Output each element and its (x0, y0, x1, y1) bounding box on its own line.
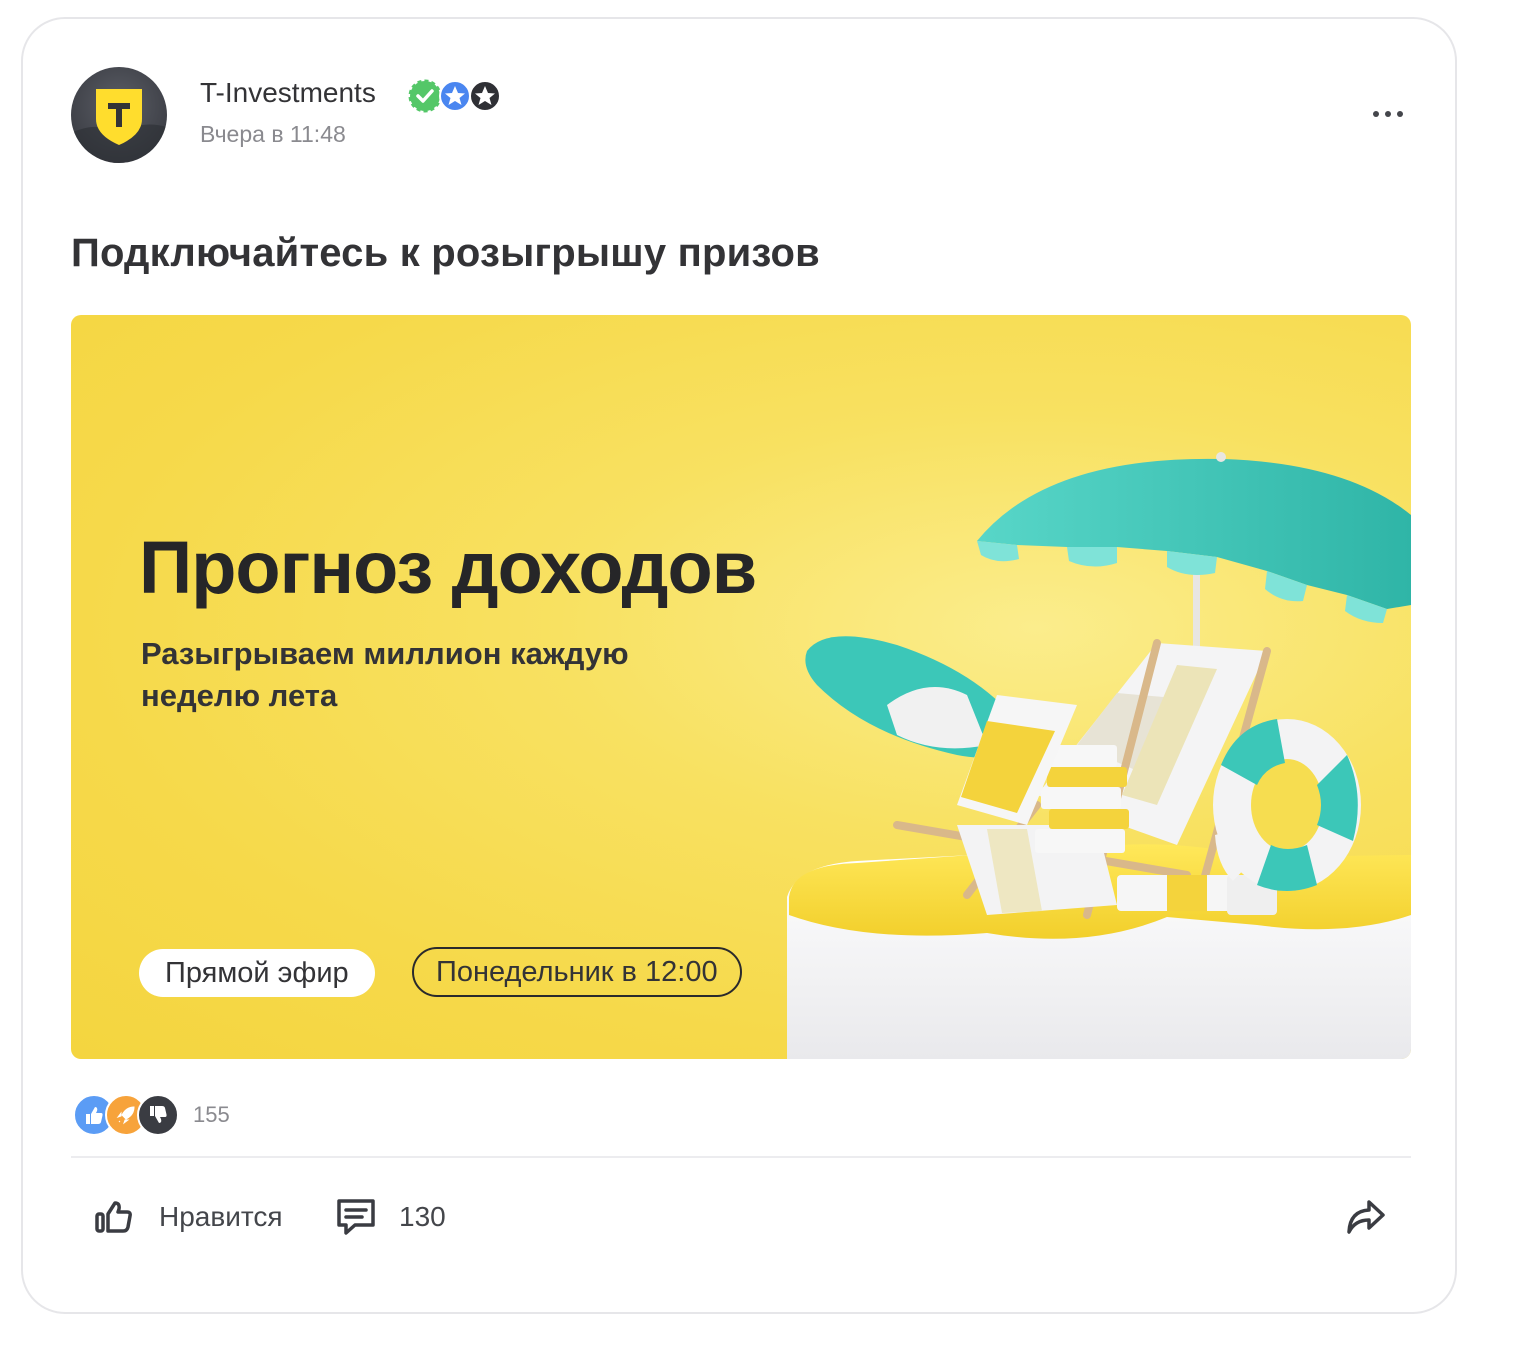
live-stream-pill: Прямой эфир (139, 949, 375, 997)
more-dot-icon (1385, 111, 1391, 117)
banner-subtitle: Разыгрываем миллион каждую неделю лета (141, 636, 629, 713)
star-badge-blue-icon (439, 80, 471, 112)
banner-headline: Прогноз доходов (139, 526, 757, 609)
share-button[interactable] (1345, 1191, 1387, 1243)
thumbs-up-outline-icon (95, 1201, 132, 1233)
post-card: T-Investments Вчера в 11:48 Подключайтес… (21, 17, 1457, 1314)
more-dot-icon (1373, 111, 1379, 117)
schedule-pill: Понедельник в 12:00 (412, 947, 742, 997)
author-avatar[interactable] (71, 67, 167, 163)
tinvest-shield-logo-icon (71, 89, 167, 163)
divider (71, 1156, 1411, 1158)
reactions-count: 155 (193, 1102, 230, 1127)
thumbs-down-icon (137, 1094, 179, 1136)
comments-button[interactable]: 130 (335, 1191, 446, 1243)
author-name[interactable]: T-Investments (200, 77, 376, 109)
beach-scene-illustration (787, 452, 1411, 1059)
more-options-button[interactable] (1363, 101, 1413, 127)
like-button[interactable]: Нравится (95, 1191, 283, 1243)
reactions-summary[interactable]: 155 (73, 1093, 230, 1137)
comments-count: 130 (399, 1201, 446, 1232)
promo-banner-image[interactable]: Прогноз доходов Разыгрываем миллион кажд… (71, 315, 1411, 1059)
verified-badge-icon (408, 79, 442, 113)
post-timestamp: Вчера в 11:48 (200, 121, 346, 147)
like-label: Нравится (159, 1201, 283, 1232)
comment-icon (337, 1199, 375, 1235)
star-badge-dark-icon (469, 80, 501, 112)
author-badges (407, 78, 507, 114)
post-title: Подключайтесь к розыгрышу призов (71, 231, 820, 275)
share-icon (1347, 1200, 1385, 1234)
more-dot-icon (1397, 111, 1403, 117)
